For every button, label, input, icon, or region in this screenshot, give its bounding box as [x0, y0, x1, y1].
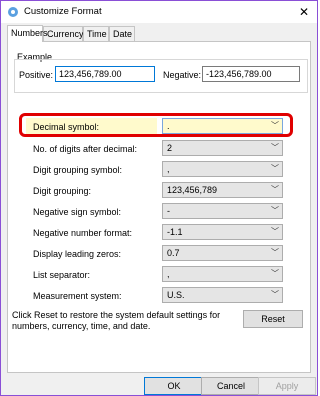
tab-time[interactable]: Time [83, 26, 109, 41]
window-title: Customize Format [24, 6, 102, 17]
measurement-system-label: Measurement system: [33, 291, 122, 301]
measurement-system-dropdown[interactable]: U.S. ﹀ [162, 287, 283, 303]
title-bar[interactable]: Customize Format ✕ [1, 1, 317, 23]
list-separator-label: List separator: [33, 270, 91, 280]
negative-sign-symbol-value: - [167, 206, 170, 216]
tab-currency[interactable]: Currency [43, 26, 84, 41]
numbers-panel: Example Positive: 123,456,789.00 Negativ… [7, 41, 311, 373]
positive-label: Positive: [19, 70, 54, 80]
negative-label: Negative: [163, 70, 202, 80]
negative-number-format-label: Negative number format: [33, 228, 133, 238]
negative-example-field[interactable]: -123,456,789.00 [202, 66, 300, 82]
decimal-symbol-dropdown[interactable]: . ﹀ [162, 118, 283, 134]
chevron-down-icon: ﹀ [271, 248, 279, 257]
digit-grouping-symbol-label: Digit grouping symbol: [33, 165, 123, 175]
digit-grouping-value: 123,456,789 [167, 185, 218, 195]
chevron-down-icon: ﹀ [271, 164, 279, 173]
measurement-system-value: U.S. [167, 290, 185, 300]
list-separator-dropdown[interactable]: , ﹀ [162, 266, 283, 282]
chevron-down-icon: ﹀ [271, 227, 279, 236]
negative-number-format-dropdown[interactable]: -1.1 ﹀ [162, 224, 283, 240]
negative-number-format-value: -1.1 [167, 227, 183, 237]
ok-button[interactable]: OK [144, 377, 204, 395]
list-separator-value: , [167, 269, 170, 279]
reset-note: Click Reset to restore the system defaul… [12, 310, 221, 331]
chevron-down-icon: ﹀ [271, 185, 279, 194]
decimal-symbol-value: . [167, 121, 170, 131]
display-leading-zeros-value: 0.7 [167, 248, 180, 258]
display-leading-zeros-label: Display leading zeros: [33, 249, 122, 259]
digit-grouping-dropdown[interactable]: 123,456,789 ﹀ [162, 182, 283, 198]
digit-grouping-symbol-value: , [167, 164, 170, 174]
digits-after-decimal-dropdown[interactable]: 2 ﹀ [162, 140, 283, 156]
tab-numbers[interactable]: Numbers [7, 25, 48, 42]
digit-grouping-symbol-dropdown[interactable]: , ﹀ [162, 161, 283, 177]
chevron-down-icon: ﹀ [271, 143, 279, 152]
chevron-down-icon: ﹀ [271, 206, 279, 215]
positive-example-field[interactable]: 123,456,789.00 [55, 66, 155, 82]
negative-sign-symbol-label: Negative sign symbol: [33, 207, 122, 217]
negative-sign-symbol-dropdown[interactable]: - ﹀ [162, 203, 283, 219]
tab-date[interactable]: Date [109, 26, 135, 41]
digits-after-decimal-value: 2 [167, 143, 173, 153]
reset-button[interactable]: Reset [243, 310, 303, 328]
gear-icon [8, 7, 18, 17]
digits-after-decimal-label: No. of digits after decimal: [33, 144, 138, 154]
apply-button[interactable]: Apply [258, 377, 316, 395]
digit-grouping-label: Digit grouping: [33, 186, 92, 196]
chevron-down-icon: ﹀ [271, 290, 279, 299]
chevron-down-icon: ﹀ [271, 121, 279, 130]
customize-format-dialog: Customize Format ✕ Numbers Currency Time… [0, 0, 318, 396]
close-icon[interactable]: ✕ [291, 1, 317, 23]
chevron-down-icon: ﹀ [271, 269, 279, 278]
cancel-button[interactable]: Cancel [201, 377, 261, 395]
display-leading-zeros-dropdown[interactable]: 0.7 ﹀ [162, 245, 283, 261]
decimal-symbol-label: Decimal symbol: [33, 122, 100, 132]
